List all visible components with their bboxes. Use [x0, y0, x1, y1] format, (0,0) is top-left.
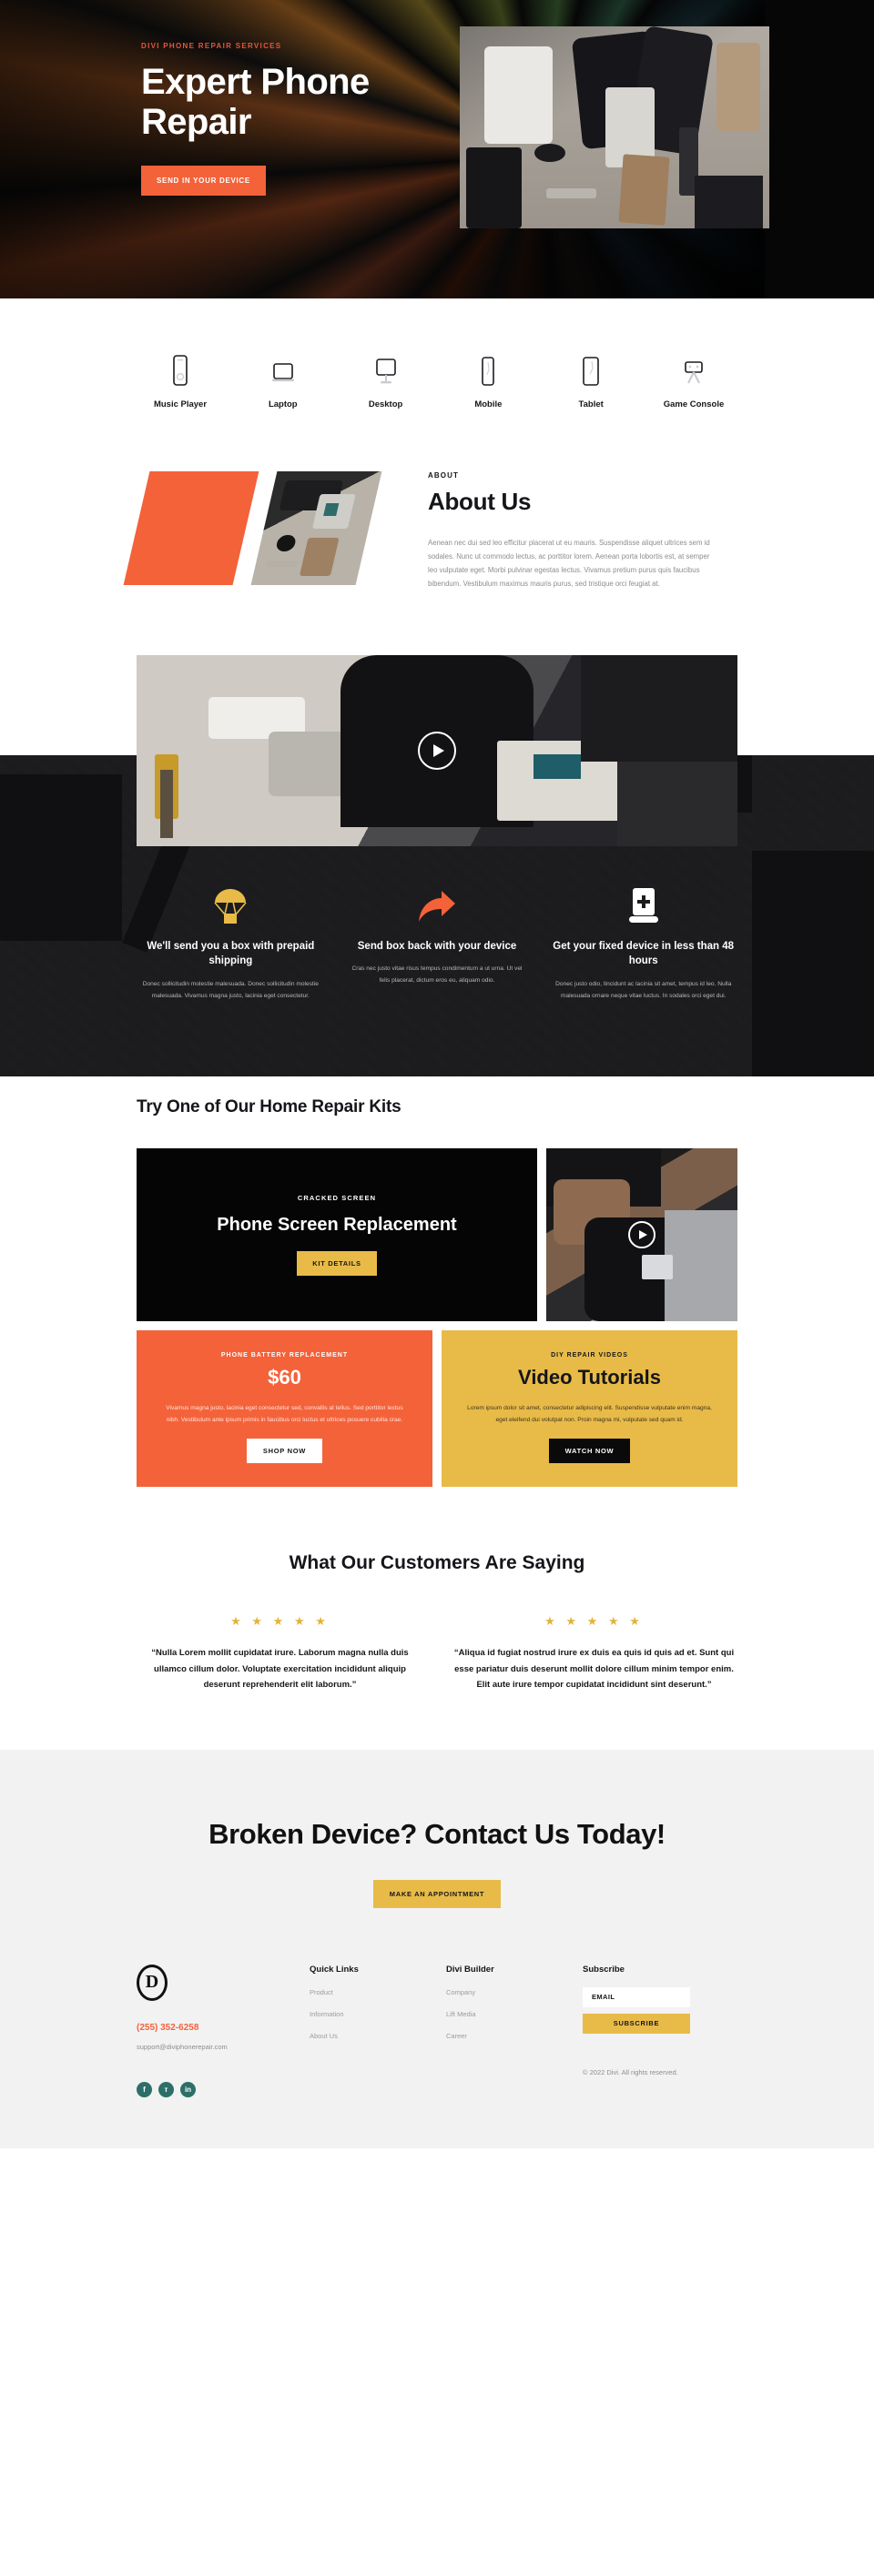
kit-video-play-button[interactable]: [628, 1220, 656, 1248]
testimonial-quote: “Aliqua id fugiat nostrud irure ex duis …: [453, 1648, 735, 1691]
footer-link-company[interactable]: Company: [446, 1988, 583, 1996]
mobile-icon: [444, 344, 532, 386]
promo-card-video-tutorials: DIY REPAIR VIDEOS Video Tutorials Lorem …: [442, 1329, 737, 1487]
testimonial-card: ★ ★ ★ ★ ★ “Aliqua id fugiat nostrud irur…: [451, 1614, 737, 1693]
device-label: Desktop: [368, 399, 403, 409]
promo-eyebrow: DIY REPAIR VIDEOS: [551, 1351, 628, 1359]
promo-body: Lorem ipsum dolor sit amet, consectetur …: [467, 1404, 712, 1423]
promo-title: Video Tutorials: [518, 1365, 661, 1389]
hero-section: DIVI PHONE REPAIR SERVICES Expert Phone …: [0, 0, 874, 298]
device-label: Music Player: [153, 399, 208, 409]
parachute-box-icon: [137, 884, 325, 928]
landing-page: DIVI PHONE REPAIR SERVICES Expert Phone …: [0, 0, 874, 2148]
device-item-game-console[interactable]: Game Console: [650, 344, 737, 411]
star-rating: ★ ★ ★ ★ ★: [230, 1614, 330, 1629]
device-medical-icon: [549, 884, 737, 928]
send-in-your-device-button[interactable]: SEND IN YOUR DEVICE: [141, 166, 266, 196]
feature-item-1: We'll send you a box with prepaid shippi…: [137, 884, 325, 1003]
kit-card-screen-replacement: CRACKED SCREEN Phone Screen Replacement …: [137, 1147, 537, 1321]
process-section: We'll send you a box with prepaid shippi…: [0, 654, 874, 1076]
kit-eyebrow: CRACKED SCREEN: [297, 1193, 377, 1202]
footer-column-divi-builder: Divi Builder Company Lift Media Career: [446, 1965, 583, 2097]
desktop-icon: [342, 344, 430, 386]
feature-item-2: Send box back with your device Cras nec …: [343, 884, 532, 1003]
testimonials-section: What Our Customers Are Saying ★ ★ ★ ★ ★ …: [0, 1486, 874, 1751]
about-visual: [123, 470, 410, 585]
twitter-icon[interactable]: ᴛ: [158, 2081, 174, 2097]
testimonial-quote: “Nulla Lorem mollit cupidatat irure. Lab…: [151, 1648, 409, 1691]
footer-column-heading: Divi Builder: [446, 1964, 494, 1975]
share-arrow-icon: [343, 884, 532, 928]
device-item-desktop[interactable]: Desktop: [342, 344, 430, 411]
footer-link-about-us[interactable]: About Us: [310, 2032, 446, 2040]
device-item-tablet[interactable]: Tablet: [547, 344, 635, 411]
watch-now-button[interactable]: WATCH NOW: [548, 1438, 631, 1463]
feature-item-3: Get your fixed device in less than 48 ho…: [549, 884, 737, 1003]
facebook-icon[interactable]: f: [137, 2081, 152, 2097]
video-play-button[interactable]: [418, 731, 456, 770]
device-label: Laptop: [268, 399, 298, 409]
about-orange-slab: [123, 470, 259, 585]
promo-price: $60: [268, 1365, 301, 1389]
about-title: About Us: [428, 487, 532, 515]
about-video-player[interactable]: [137, 654, 737, 846]
feature-body: Donec justo odio, tincidunt ac lacinia s…: [555, 980, 732, 999]
tablet-icon: [547, 344, 635, 386]
testimonials-title: What Our Customers Are Saying: [289, 1551, 585, 1573]
cta-title: Broken Device? Contact Us Today!: [208, 1818, 666, 1851]
testimonial-card: ★ ★ ★ ★ ★ “Nulla Lorem mollit cupidatat …: [137, 1614, 423, 1693]
footer-column-heading: Quick Links: [310, 1964, 359, 1975]
kits-title: Try One of Our Home Repair Kits: [137, 1096, 401, 1116]
copyright-text: © 2022 Divi. All rights reserved.: [583, 2067, 678, 2076]
hero-title: Expert Phone Repair: [141, 62, 370, 142]
device-item-music-player[interactable]: Music Player: [137, 344, 224, 411]
kit-details-button[interactable]: KIT DETAILS: [297, 1250, 377, 1276]
repair-kits-section: Try One of Our Home Repair Kits CRACKED …: [0, 1056, 874, 1487]
laptop-icon: [239, 344, 327, 386]
device-label: Mobile: [474, 399, 503, 409]
footer-subscribe: Subscribe SUBSCRIBE © 2022 Divi. All rig…: [583, 1965, 737, 2097]
footer-email[interactable]: support@diviphonerepair.com: [137, 2043, 310, 2051]
subscribe-heading: Subscribe: [583, 1964, 625, 1975]
about-eyebrow: ABOUT: [428, 470, 459, 480]
promo-body: Vivamus magna justo, lacinia eget consec…: [166, 1404, 403, 1423]
footer-link-information[interactable]: Information: [310, 2010, 446, 2018]
linkedin-icon[interactable]: in: [180, 2081, 196, 2097]
device-item-mobile[interactable]: Mobile: [444, 344, 532, 411]
kit-title: Phone Screen Replacement: [217, 1214, 457, 1235]
feature-body: Donec sollicitudin molestie malesuada. D…: [142, 980, 319, 999]
shop-now-button[interactable]: SHOP NOW: [246, 1438, 323, 1463]
device-types-section: Music Player Laptop Desktop Mobile Table: [0, 298, 874, 459]
contact-cta-section: Broken Device? Contact Us Today! MAKE AN…: [0, 1750, 874, 1908]
about-section: ABOUT About Us Aenean nec dui sed leo ef…: [0, 459, 874, 655]
footer-column-quick-links: Quick Links Product Information About Us: [310, 1965, 446, 2097]
subscribe-button[interactable]: SUBSCRIBE: [583, 2013, 690, 2034]
promo-eyebrow: PHONE BATTERY REPLACEMENT: [220, 1351, 349, 1359]
kit-video-card[interactable]: [546, 1147, 737, 1321]
feature-body: Cras nec justo vitae risus tempus condim…: [351, 965, 523, 985]
site-footer: D (255) 352-6258 support@diviphonerepair…: [0, 1907, 874, 2148]
make-an-appointment-button[interactable]: MAKE AN APPOINTMENT: [372, 1879, 502, 1908]
footer-phone[interactable]: (255) 352-6258: [137, 2023, 310, 2033]
star-rating: ★ ★ ★ ★ ★: [544, 1614, 644, 1629]
game-console-icon: [650, 344, 737, 386]
footer-link-career[interactable]: Career: [446, 2032, 583, 2040]
promo-card-battery: PHONE BATTERY REPLACEMENT $60 Vivamus ma…: [137, 1329, 432, 1487]
social-links: f ᴛ in: [137, 2081, 310, 2097]
device-label: Tablet: [578, 399, 604, 409]
about-body: Aenean nec dui sed leo efficitur placera…: [428, 538, 710, 589]
footer-link-lift-media[interactable]: Lift Media: [446, 2010, 583, 2018]
divi-logo-icon: D: [137, 1964, 168, 2001]
hero-eyebrow: DIVI PHONE REPAIR SERVICES: [141, 42, 282, 50]
device-item-laptop[interactable]: Laptop: [239, 344, 327, 411]
device-label: Game Console: [663, 399, 725, 409]
feature-title: Get your fixed device in less than 48 ho…: [553, 940, 735, 967]
music-player-icon: [137, 344, 224, 386]
email-field[interactable]: [583, 1986, 690, 2007]
feature-title: Send box back with your device: [357, 940, 517, 952]
about-photo: [250, 470, 382, 585]
feature-title: We'll send you a box with prepaid shippi…: [147, 940, 315, 967]
footer-link-product[interactable]: Product: [310, 1988, 446, 1996]
